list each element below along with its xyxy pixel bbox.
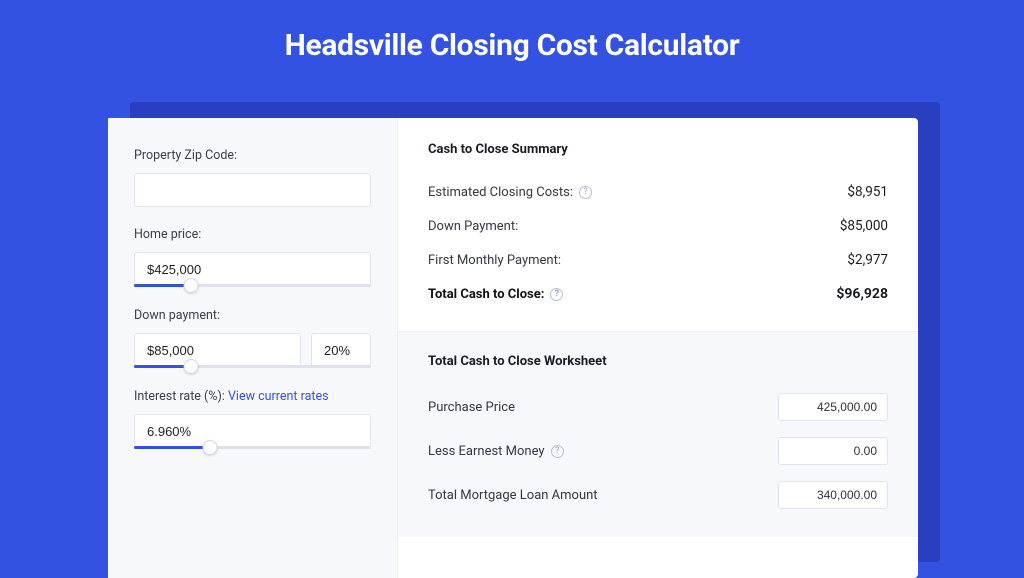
worksheet-label: Total Mortgage Loan Amount — [428, 488, 598, 503]
worksheet-input[interactable] — [778, 393, 888, 421]
summary-row-down-payment: Down Payment: $85,000 — [428, 209, 888, 243]
summary-label: Estimated Closing Costs: — [428, 185, 573, 200]
summary-title: Cash to Close Summary — [428, 142, 888, 157]
page-title: Headsville Closing Cost Calculator — [0, 0, 1024, 89]
interest-rate-label-text: Interest rate (%): — [134, 389, 225, 404]
worksheet-row-loan-amount: Total Mortgage Loan Amount — [428, 473, 888, 517]
zip-input[interactable] — [134, 173, 371, 207]
interest-rate-input[interactable] — [134, 414, 371, 448]
interest-rate-slider[interactable] — [134, 446, 371, 450]
summary-total-value: $96,928 — [836, 286, 888, 302]
field-interest-rate: Interest rate (%): View current rates — [134, 389, 371, 450]
down-payment-label: Down payment: — [134, 308, 371, 323]
inputs-panel: Property Zip Code: Home price: Down paym… — [108, 118, 398, 578]
summary-label: Down Payment: — [428, 219, 518, 234]
interest-rate-label: Interest rate (%): View current rates — [134, 389, 371, 404]
worksheet-label: Purchase Price — [428, 400, 515, 415]
down-payment-pct-input[interactable] — [311, 333, 371, 367]
summary-row-total: Total Cash to Close: ? $96,928 — [428, 277, 888, 311]
home-price-label: Home price: — [134, 227, 371, 242]
worksheet-label: Less Earnest Money — [428, 444, 545, 459]
worksheet-input[interactable] — [778, 437, 888, 465]
summary-value: $85,000 — [840, 218, 888, 234]
view-rates-link[interactable]: View current rates — [228, 389, 329, 404]
zip-label: Property Zip Code: — [134, 148, 371, 163]
worksheet-title: Total Cash to Close Worksheet — [428, 354, 888, 369]
help-icon[interactable]: ? — [550, 288, 563, 301]
worksheet-section: Total Cash to Close Worksheet Purchase P… — [398, 332, 918, 537]
slider-thumb[interactable] — [202, 440, 217, 455]
field-zip: Property Zip Code: — [134, 148, 371, 207]
summary-label: First Monthly Payment: — [428, 253, 561, 268]
home-price-input[interactable] — [134, 252, 371, 286]
summary-total-label: Total Cash to Close: — [428, 287, 544, 302]
down-payment-slider[interactable] — [134, 365, 371, 369]
field-down-payment: Down payment: — [134, 308, 371, 369]
slider-fill — [134, 365, 191, 368]
slider-thumb[interactable] — [183, 278, 198, 293]
home-price-slider[interactable] — [134, 284, 371, 288]
worksheet-row-earnest-money: Less Earnest Money ? — [428, 429, 888, 473]
summary-row-first-monthly: First Monthly Payment: $2,977 — [428, 243, 888, 277]
summary-value: $2,977 — [847, 252, 888, 268]
help-icon[interactable]: ? — [579, 186, 592, 199]
worksheet-input[interactable] — [778, 481, 888, 509]
summary-section: Cash to Close Summary Estimated Closing … — [398, 118, 918, 332]
summary-value: $8,951 — [847, 184, 888, 200]
down-payment-input[interactable] — [134, 333, 301, 367]
help-icon[interactable]: ? — [551, 445, 564, 458]
worksheet-row-purchase-price: Purchase Price — [428, 385, 888, 429]
slider-fill — [134, 446, 210, 449]
summary-row-closing-costs: Estimated Closing Costs: ? $8,951 — [428, 175, 888, 209]
slider-thumb[interactable] — [183, 359, 198, 374]
calculator-card: Property Zip Code: Home price: Down paym… — [108, 118, 918, 578]
field-home-price: Home price: — [134, 227, 371, 288]
slider-fill — [134, 284, 191, 287]
results-panel: Cash to Close Summary Estimated Closing … — [398, 118, 918, 578]
